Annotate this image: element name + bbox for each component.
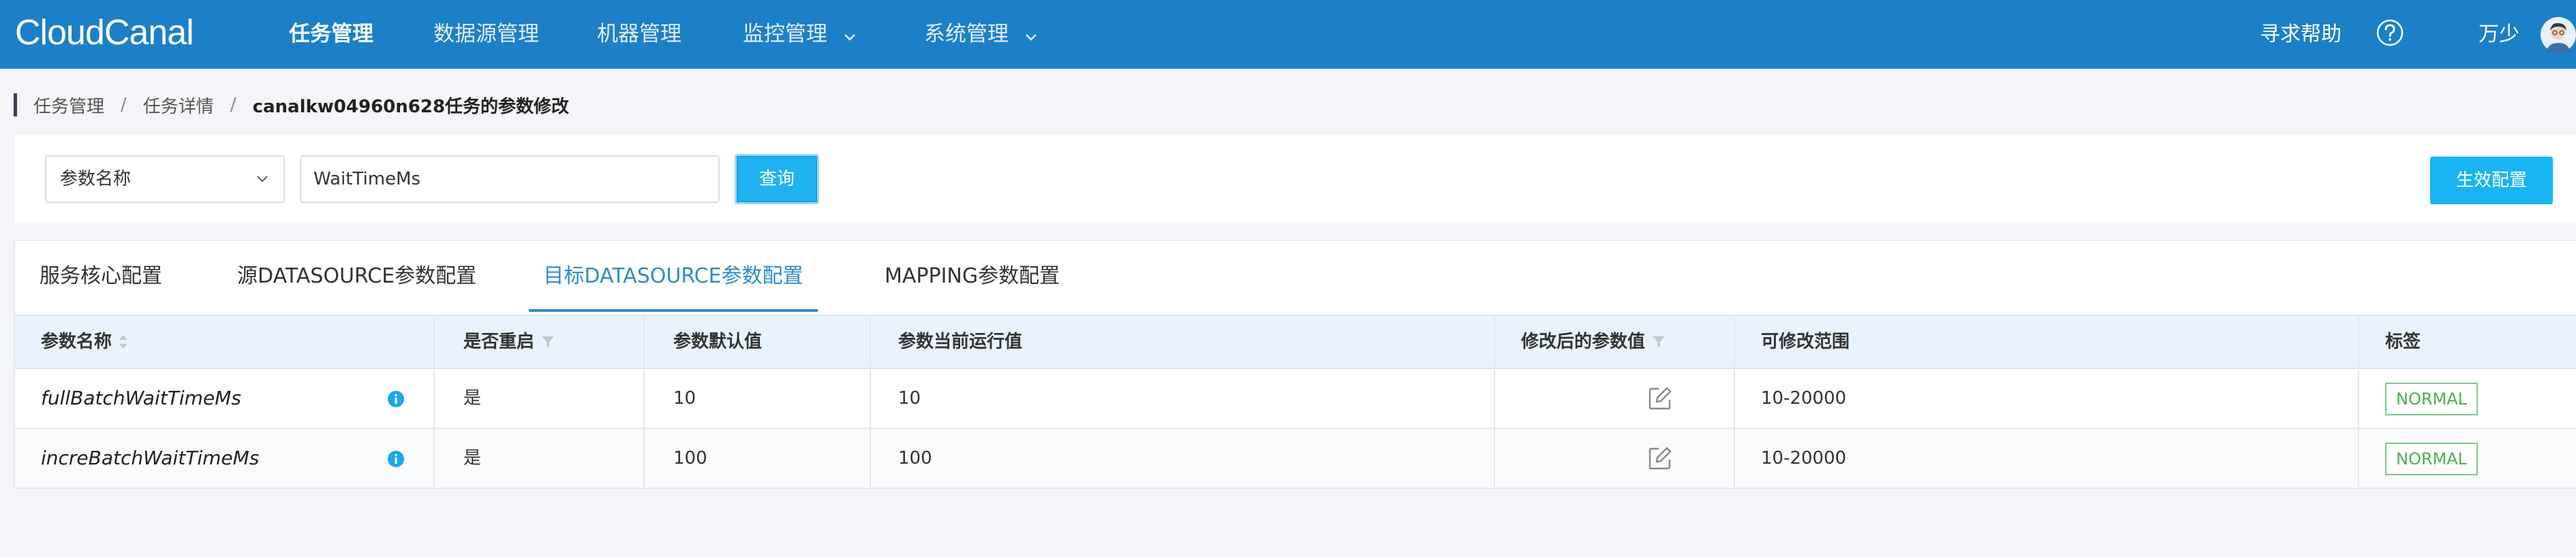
nav-item-label: 数据源管理 <box>433 22 539 46</box>
config-tabs: 服务核心配置 源DATASOURCE参数配置 目标DATASOURCE参数配置 … <box>15 241 2576 315</box>
table-row: fullBatchWaitTimeMs 是 10 10 10-20000 NOR… <box>15 369 2576 429</box>
active-tab-indicator <box>529 309 818 312</box>
column-header-modified-value: 修改后的参数值 <box>1521 316 1667 368</box>
sort-icon[interactable] <box>117 333 129 351</box>
restart-cell: 是 <box>463 388 482 409</box>
breadcrumb-separator: / <box>121 95 127 115</box>
column-header-label: 参数默认值 <box>673 332 763 352</box>
status-badge: NORMAL <box>2385 383 2479 415</box>
nav-item-monitor-management[interactable]: 监控管理 <box>743 0 856 69</box>
chevron-down-icon <box>255 172 270 189</box>
column-divider <box>643 315 645 488</box>
restart-cell: 是 <box>463 448 482 468</box>
nav-item-label: 机器管理 <box>597 22 681 46</box>
default-value-cell: 100 <box>673 448 707 468</box>
column-header-tag: 标签 <box>2385 316 2421 368</box>
nav-item-datasource-management[interactable]: 数据源管理 <box>433 0 539 69</box>
tab-target-datasource-config[interactable]: 目标DATASOURCE参数配置 <box>529 241 818 312</box>
current-value-cell: 100 <box>898 448 932 468</box>
nav-item-machine-management[interactable]: 机器管理 <box>597 0 681 69</box>
tab-label: MAPPING参数配置 <box>885 264 1060 288</box>
breadcrumb-separator: / <box>230 95 236 115</box>
column-header-current-value: 参数当前运行值 <box>898 316 1022 368</box>
info-icon[interactable] <box>387 450 405 468</box>
current-value-cell: 10 <box>898 388 921 409</box>
column-divider <box>433 315 435 488</box>
search-field-select-value: 参数名称 <box>60 169 132 189</box>
column-header-label: 参数名称 <box>41 332 112 352</box>
column-header-label: 修改后的参数值 <box>1521 332 1646 352</box>
nav-item-label: 系统管理 <box>924 22 1009 46</box>
column-divider <box>1494 315 1495 488</box>
nav-item-label: 任务管理 <box>289 22 373 46</box>
nav-item-system-management[interactable]: 系统管理 <box>924 0 1037 69</box>
filter-icon[interactable] <box>540 334 556 350</box>
query-button[interactable]: 查询 <box>735 154 819 204</box>
avatar[interactable] <box>2541 17 2576 52</box>
search-input[interactable] <box>300 155 720 203</box>
breadcrumb: 任务管理 / 任务详情 / canalkw04960n628任务的参数修改 <box>14 93 569 117</box>
search-field-select[interactable]: 参数名称 <box>45 155 285 203</box>
column-divider <box>870 315 871 488</box>
status-badge: NORMAL <box>2385 443 2479 475</box>
column-header-label: 参数当前运行值 <box>898 332 1023 352</box>
chevron-down-icon <box>844 1 856 69</box>
top-nav: CloudCanal 任务管理 数据源管理 机器管理 监控管理 系统管理 寻求帮… <box>0 0 2576 69</box>
info-icon[interactable] <box>387 390 405 408</box>
breadcrumb-current: canalkw04960n628任务的参数修改 <box>252 96 570 117</box>
tab-mapping-config[interactable]: MAPPING参数配置 <box>885 241 1060 312</box>
edit-icon[interactable] <box>1646 385 1674 412</box>
app-logo[interactable]: CloudCanal <box>15 12 194 53</box>
filter-icon[interactable] <box>1651 334 1667 350</box>
tab-label: 服务核心配置 <box>40 264 162 288</box>
table-header: 参数名称 是否重启 参数默认值 参数当前运行值 修改后的参数值 可修改范围 标签 <box>15 315 2576 369</box>
breadcrumb-item-task-management[interactable]: 任务管理 <box>33 93 104 118</box>
param-name-cell: increBatchWaitTimeMs <box>41 447 260 469</box>
tab-source-datasource-config[interactable]: 源DATASOURCE参数配置 <box>237 241 476 312</box>
help-icon[interactable] <box>2376 18 2404 47</box>
column-header-label: 是否重启 <box>463 332 535 352</box>
column-header-range: 可修改范围 <box>1761 316 1850 368</box>
column-header-label: 标签 <box>2385 332 2421 352</box>
config-card: 服务核心配置 源DATASOURCE参数配置 目标DATASOURCE参数配置 … <box>14 240 2576 489</box>
column-header-param-name[interactable]: 参数名称 <box>41 316 129 368</box>
column-header-restart: 是否重启 <box>463 316 556 368</box>
column-header-default-value: 参数默认值 <box>673 316 762 368</box>
default-value-cell: 10 <box>673 388 696 409</box>
column-divider <box>2358 315 2359 488</box>
breadcrumb-item-task-detail[interactable]: 任务详情 <box>143 93 214 118</box>
filter-panel: 参数名称 查询 生效配置 <box>15 135 2576 223</box>
tab-label: 目标DATASOURCE参数配置 <box>543 264 803 288</box>
apply-config-button[interactable]: 生效配置 <box>2430 157 2553 204</box>
tab-service-core-config[interactable]: 服务核心配置 <box>40 241 162 312</box>
column-divider <box>1734 315 1735 488</box>
chevron-down-icon <box>1025 1 1037 69</box>
edit-icon[interactable] <box>1646 445 1674 472</box>
table-row: increBatchWaitTimeMs 是 100 100 10-20000 … <box>15 429 2576 489</box>
nav-item-label: 监控管理 <box>743 22 827 46</box>
param-name-cell: fullBatchWaitTimeMs <box>41 387 241 409</box>
user-name[interactable]: 万少 <box>2479 0 2519 69</box>
tab-label: 源DATASOURCE参数配置 <box>237 264 477 288</box>
breadcrumb-marker <box>14 93 17 116</box>
nav-item-task-management[interactable]: 任务管理 <box>289 0 373 69</box>
range-cell: 10-20000 <box>1761 448 1847 468</box>
range-cell: 10-20000 <box>1761 388 1847 409</box>
column-header-label: 可修改范围 <box>1761 332 1850 352</box>
help-link[interactable]: 寻求帮助 <box>2260 0 2342 69</box>
